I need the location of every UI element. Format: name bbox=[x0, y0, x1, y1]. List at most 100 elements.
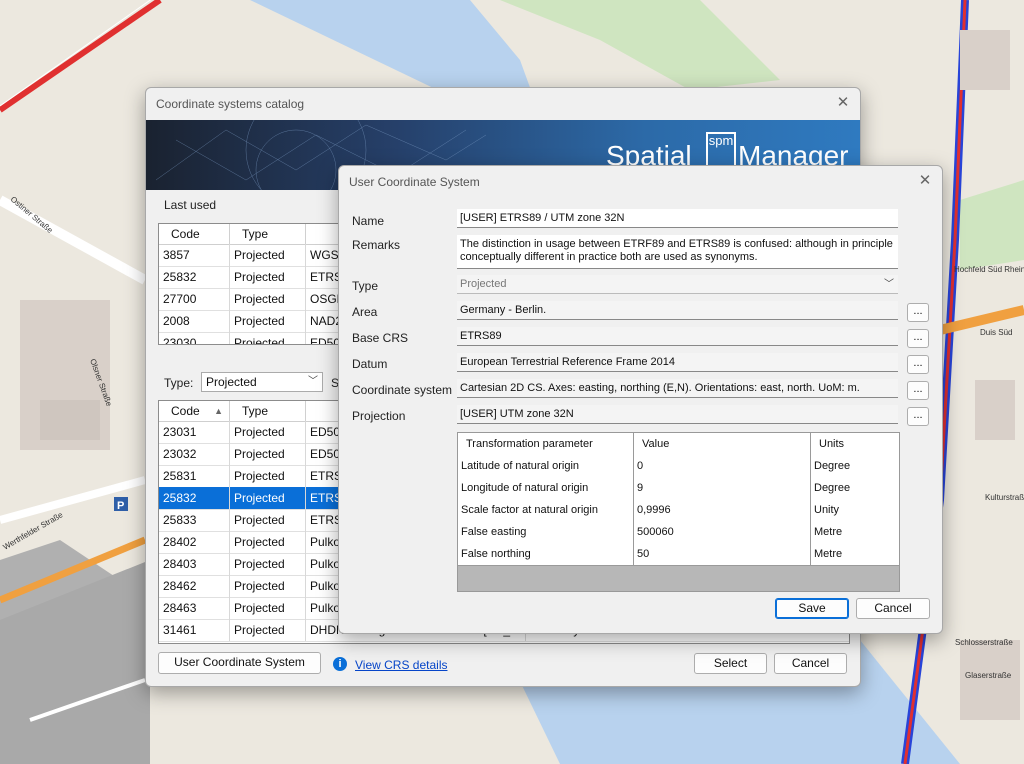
code-cell: 23031 bbox=[159, 421, 230, 443]
param-name-cell: Latitude of natural origin bbox=[458, 455, 634, 477]
param-row[interactable]: False northing 50 Metre bbox=[458, 543, 899, 566]
type-cell: Projected bbox=[230, 244, 306, 266]
base-crs-browse-button[interactable]: ... bbox=[907, 329, 929, 348]
type-cell: Projected bbox=[230, 288, 306, 310]
type-cell: Projected bbox=[230, 597, 306, 619]
catalog-close-icon[interactable]: ✕ bbox=[832, 92, 854, 114]
user-coordinate-system-window: User Coordinate System ✕ Name Remarks Th… bbox=[338, 165, 943, 634]
col-code-header-main[interactable]: Code ▲ bbox=[159, 401, 230, 421]
projection-browse-button[interactable]: ... bbox=[907, 407, 929, 426]
remarks-line-2: conceptually different in practice both … bbox=[460, 251, 758, 263]
code-cell: 23032 bbox=[159, 443, 230, 465]
param-row[interactable]: False easting 500060 Metre bbox=[458, 521, 899, 544]
type-filter-select[interactable]: Projected ﹀ bbox=[201, 372, 323, 392]
param-row[interactable]: Longitude of natural origin 9 Degree bbox=[458, 477, 899, 500]
code-cell: 25833 bbox=[159, 509, 230, 531]
last-used-label: Last used bbox=[164, 198, 217, 212]
ucs-cancel-button[interactable]: Cancel bbox=[856, 598, 930, 619]
type-filter-value: Projected bbox=[206, 375, 257, 389]
param-row[interactable]: Scale factor at natural origin 0,9996 Unit… bbox=[458, 499, 899, 522]
name-field[interactable] bbox=[457, 209, 898, 228]
remarks-label: Remarks bbox=[352, 238, 401, 252]
name-label: Name bbox=[352, 214, 385, 228]
col-type-header-main[interactable]: Type bbox=[230, 401, 306, 421]
col-code-label: Code bbox=[171, 404, 200, 418]
type-cell: Projected bbox=[230, 575, 306, 597]
code-cell: 25832 bbox=[159, 487, 230, 509]
catalog-titlebar: Coordinate systems catalog ✕ bbox=[146, 88, 860, 120]
type-select[interactable]: Projected ﹀ bbox=[457, 275, 898, 294]
code-cell: 25831 bbox=[159, 465, 230, 487]
datum-browse-button[interactable]: ... bbox=[907, 355, 929, 374]
type-cell: Projected bbox=[230, 443, 306, 465]
remarks-field[interactable]: The distinction in usage between ETRF89 … bbox=[457, 235, 898, 269]
user-coordinate-system-button[interactable]: User Coordinate System bbox=[158, 652, 321, 674]
code-cell: 23030 bbox=[159, 332, 230, 344]
ucs-close-icon[interactable]: ✕ bbox=[914, 170, 936, 192]
last-used-row[interactable]: 23030 Projected ED50 / bbox=[159, 332, 349, 344]
type-label: Type bbox=[352, 279, 379, 293]
code-cell: 28402 bbox=[159, 531, 230, 553]
map-label-station: Hochfeld Süd Rheinpark bbox=[954, 265, 1024, 274]
value-header: Value bbox=[634, 433, 811, 455]
remarks-line-1: The distinction in usage between ETRF89 … bbox=[460, 238, 893, 250]
last-used-row[interactable]: 3857 Projected WGS 8 bbox=[159, 244, 349, 267]
area-field: Germany - Berlin. bbox=[457, 301, 898, 320]
last-used-row[interactable]: 27700 Projected OSGB3 bbox=[159, 288, 349, 311]
area-browse-button[interactable]: ... bbox=[907, 303, 929, 322]
param-header-row: Transformation parameter Value Units bbox=[458, 433, 899, 456]
param-value-cell[interactable]: 500060 bbox=[634, 521, 811, 543]
datum-field: European Terrestrial Reference Frame 201… bbox=[457, 353, 898, 372]
code-cell: 28462 bbox=[159, 575, 230, 597]
type-cell: Projected bbox=[230, 310, 306, 332]
code-cell: 28463 bbox=[159, 597, 230, 619]
param-row[interactable]: Latitude of natural origin 0 Degree bbox=[458, 455, 899, 478]
param-value-cell[interactable]: 0 bbox=[634, 455, 811, 477]
code-cell: 27700 bbox=[159, 288, 230, 310]
type-cell: Projected bbox=[230, 509, 306, 531]
projection-label: Projection bbox=[352, 409, 406, 423]
param-units-cell: Degree bbox=[814, 482, 851, 494]
param-value-cell[interactable]: 0,9996 bbox=[634, 499, 811, 521]
ucs-titlebar: User Coordinate System ✕ bbox=[339, 166, 942, 198]
param-units-cell: Degree bbox=[814, 460, 851, 472]
type-cell: Projected bbox=[230, 487, 306, 509]
param-name-cell: Longitude of natural origin bbox=[458, 477, 634, 499]
transformation-parameters-table[interactable]: Transformation parameter Value Units Lat… bbox=[457, 432, 900, 592]
coordinate-system-label: Coordinate system bbox=[352, 383, 453, 397]
catalog-cancel-button[interactable]: Cancel bbox=[774, 653, 847, 674]
type-cell: Projected bbox=[230, 266, 306, 288]
info-icon: i bbox=[333, 657, 347, 671]
param-value-cell[interactable]: 50 bbox=[634, 543, 811, 565]
last-used-row[interactable]: 25832 Projected ETRS8 bbox=[159, 266, 349, 289]
coordinate-system-browse-button[interactable]: ... bbox=[907, 381, 929, 400]
param-value-cell[interactable]: 9 bbox=[634, 477, 811, 499]
save-button[interactable]: Save bbox=[775, 598, 849, 619]
map-label-duis: Duis Süd bbox=[980, 328, 1012, 337]
type-cell: Projected bbox=[230, 619, 306, 641]
last-used-header: Code Type bbox=[159, 224, 349, 245]
code-cell: 3857 bbox=[159, 244, 230, 266]
map-label-schlosser: Schlosserstraße bbox=[955, 638, 1013, 647]
coordinate-system-field: Cartesian 2D CS. Axes: easting, northing… bbox=[457, 379, 898, 398]
last-used-table[interactable]: Code Type 3857 Projected WGS 8 25832 Project… bbox=[158, 223, 350, 345]
type-cell: Projected bbox=[230, 421, 306, 443]
view-crs-details-link[interactable]: View CRS details bbox=[355, 658, 447, 672]
code-cell: 31461 bbox=[159, 619, 230, 641]
code-cell: 2008 bbox=[159, 310, 230, 332]
type-cell: Projected bbox=[230, 465, 306, 487]
type-cell: Projected bbox=[230, 332, 306, 344]
param-name-cell: False northing bbox=[458, 543, 634, 565]
ucs-title: User Coordinate System bbox=[349, 175, 480, 189]
param-units-cell: Metre bbox=[814, 526, 843, 538]
parking-label: P bbox=[117, 500, 124, 512]
catalog-title: Coordinate systems catalog bbox=[156, 97, 305, 111]
datum-label: Datum bbox=[352, 357, 388, 371]
col-type-header[interactable]: Type bbox=[230, 224, 306, 244]
last-used-row[interactable]: 2008 Projected NAD27 bbox=[159, 310, 349, 333]
col-code-header[interactable]: Code bbox=[159, 224, 230, 244]
select-button[interactable]: Select bbox=[694, 653, 767, 674]
units-header: Units bbox=[819, 438, 845, 450]
param-header: Transformation parameter bbox=[458, 433, 634, 455]
type-select-value: Projected bbox=[460, 278, 507, 290]
